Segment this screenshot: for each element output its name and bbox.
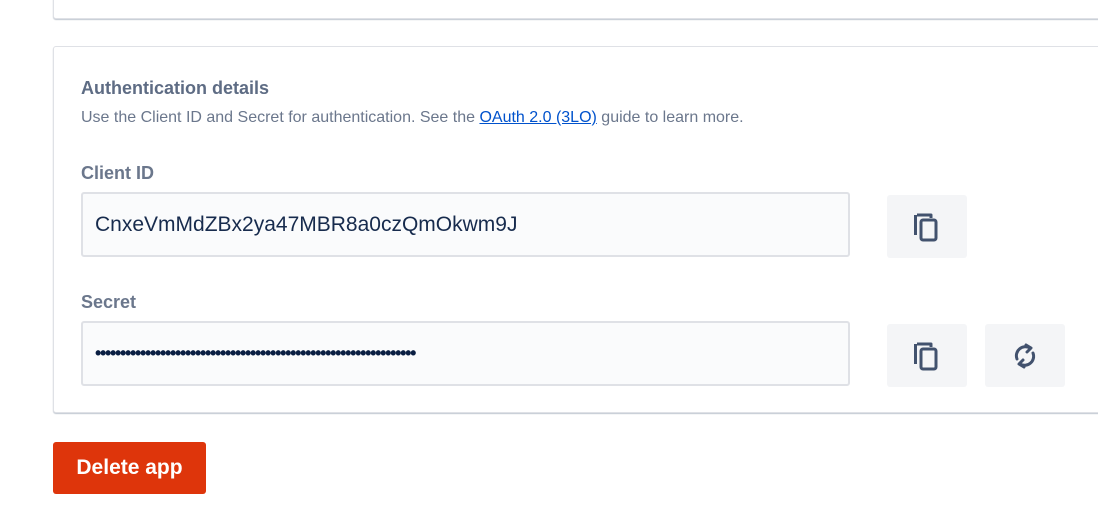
section-description: Use the Client ID and Secret for authent… — [81, 109, 744, 127]
oauth-guide-link[interactable]: OAuth 2.0 (3LO) — [479, 109, 596, 126]
copy-icon — [913, 211, 941, 243]
refresh-icon — [1010, 341, 1040, 371]
secret-label: Secret — [81, 292, 137, 312]
client-id-label: Client ID — [81, 163, 155, 183]
regenerate-secret-button[interactable] — [985, 324, 1065, 387]
secret-value-masked: ••••••••••••••••••••••••••••••••••••••••… — [95, 343, 416, 363]
previous-card — [53, 0, 1098, 19]
client-id-value: CnxeVmMdZBx2ya47MBR8a0czQmOkwm9J — [95, 212, 518, 236]
copy-client-id-button[interactable] — [887, 195, 967, 258]
copy-icon — [913, 340, 941, 372]
copy-secret-button[interactable] — [887, 324, 967, 387]
secret-field[interactable]: ••••••••••••••••••••••••••••••••••••••••… — [81, 321, 850, 386]
description-text-prefix: Use the Client ID and Secret for authent… — [81, 109, 480, 126]
section-title: Authentication details — [81, 78, 270, 98]
authentication-details-card: Authentication details Use the Client ID… — [53, 46, 1098, 413]
description-text-suffix: guide to learn more. — [596, 109, 744, 126]
delete-app-button[interactable]: Delete app — [53, 442, 206, 494]
client-id-field[interactable]: CnxeVmMdZBx2ya47MBR8a0czQmOkwm9J — [81, 192, 850, 257]
